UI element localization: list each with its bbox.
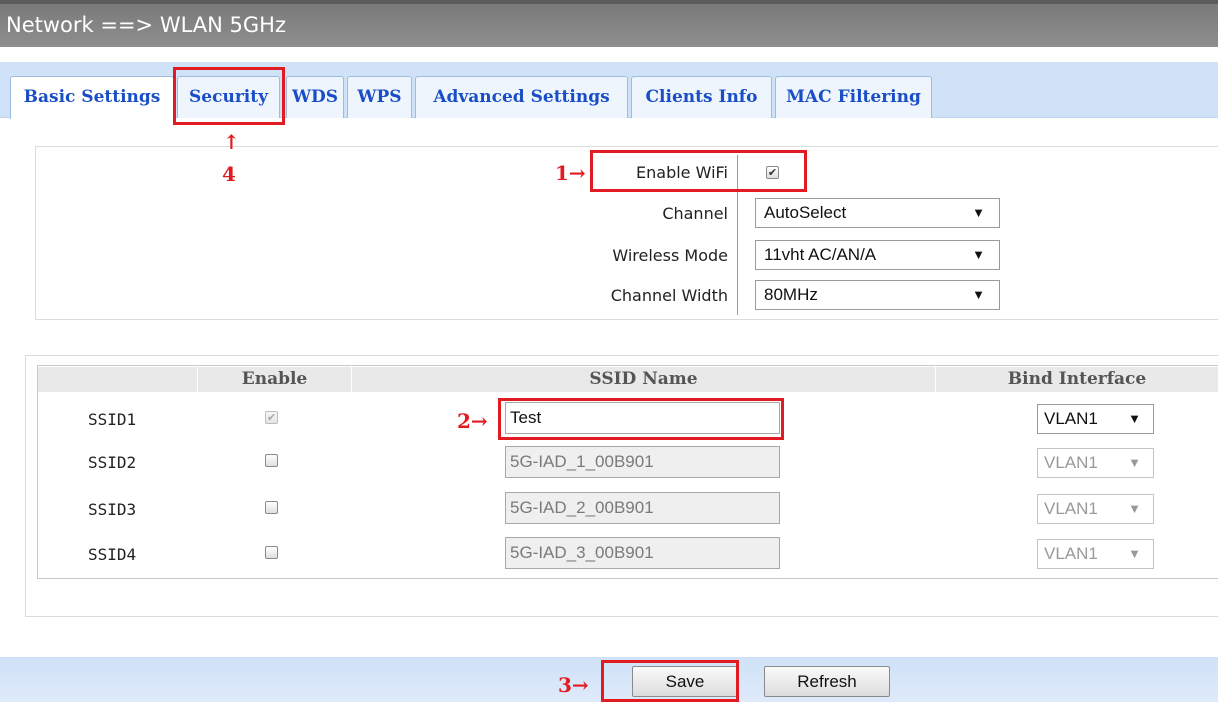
ssid2-name-input: 5G-IAD_1_00B901 [505, 446, 780, 478]
vlan-value: VLAN1 [1044, 453, 1098, 472]
ssid4-vlan-select: VLAN1 ▼ [1037, 539, 1154, 569]
channel-width-value: 80MHz [764, 285, 818, 304]
header-enable: Enable [241, 369, 308, 389]
ssid-table-header: Enable SSID Name Bind Interface [38, 367, 1218, 392]
step4-label: 4 [222, 162, 236, 186]
chevron-down-icon: ▼ [1128, 455, 1141, 470]
vlan-value: VLAN1 [1044, 409, 1098, 428]
channel-width-select[interactable]: 80MHz ▼ [755, 280, 1000, 310]
ssid1-enable-checkbox: ✔ [265, 411, 278, 424]
ssid3-name-input: 5G-IAD_2_00B901 [505, 492, 780, 524]
ssid1-vlan-select[interactable]: VLAN1 ▼ [1037, 404, 1154, 434]
ssid-label: SSID1 [88, 410, 137, 429]
header-bind-interface: Bind Interface [1007, 369, 1147, 389]
channel-label: Channel [662, 204, 728, 223]
channel-value: AutoSelect [764, 203, 847, 222]
ssid2-enable-checkbox[interactable] [265, 454, 278, 467]
channel-width-label: Channel Width [610, 286, 728, 305]
step1-label: 1→ [555, 161, 586, 185]
settings-divider [737, 155, 738, 315]
save-button[interactable]: Save [632, 666, 738, 697]
wireless-mode-select[interactable]: 11vht AC/AN/A ▼ [755, 240, 1000, 270]
channel-select[interactable]: AutoSelect ▼ [755, 198, 1000, 228]
ssid1-name-input[interactable]: Test [505, 402, 780, 434]
step3-label: 3→ [558, 673, 589, 697]
chevron-down-icon: ▼ [1128, 501, 1141, 516]
enable-wifi-label: Enable WiFi [636, 163, 728, 182]
vlan-value: VLAN1 [1044, 499, 1098, 518]
step4-arrow: ↑ [223, 130, 240, 154]
refresh-button[interactable]: Refresh [764, 666, 890, 697]
ssid3-vlan-select: VLAN1 ▼ [1037, 494, 1154, 524]
page-title: Network ==> WLAN 5GHz [6, 13, 286, 37]
step2-label: 2→ [457, 409, 488, 433]
ssid-label: SSID4 [88, 545, 137, 564]
wireless-mode-label: Wireless Mode [612, 246, 728, 265]
ssid4-enable-checkbox[interactable] [265, 546, 278, 559]
ssid4-name-input: 5G-IAD_3_00B901 [505, 537, 780, 569]
ssid-label: SSID2 [88, 453, 137, 472]
enable-wifi-checkbox[interactable]: ✔ [766, 166, 779, 179]
chevron-down-icon: ▼ [972, 247, 985, 262]
header-ssid-name: SSID Name [589, 369, 698, 389]
ssid2-vlan-select: VLAN1 ▼ [1037, 448, 1154, 478]
chevron-down-icon: ▼ [1128, 546, 1141, 561]
wlan-5ghz-page: Network ==> WLAN 5GHz Basic Settings Sec… [0, 0, 1218, 702]
tab-wps[interactable]: WPS [347, 76, 412, 118]
tab-wds[interactable]: WDS [286, 76, 344, 118]
tab-strip: Basic Settings Security WDS WPS Advanced… [0, 62, 1218, 119]
chevron-down-icon: ▼ [972, 205, 985, 220]
chevron-down-icon: ▼ [1128, 411, 1141, 426]
ssid3-enable-checkbox[interactable] [265, 501, 278, 514]
tab-security[interactable]: Security [177, 76, 280, 118]
ssid-label: SSID3 [88, 500, 137, 519]
action-bar [0, 657, 1218, 702]
tab-basic-settings[interactable]: Basic Settings [10, 76, 174, 119]
tab-mac-filtering[interactable]: MAC Filtering [775, 76, 932, 118]
title-bar: Network ==> WLAN 5GHz [0, 0, 1218, 47]
chevron-down-icon: ▼ [972, 287, 985, 302]
vlan-value: VLAN1 [1044, 544, 1098, 563]
tab-clients-info[interactable]: Clients Info [631, 76, 772, 118]
wireless-mode-value: 11vht AC/AN/A [764, 245, 877, 264]
tab-advanced-settings[interactable]: Advanced Settings [415, 76, 628, 118]
